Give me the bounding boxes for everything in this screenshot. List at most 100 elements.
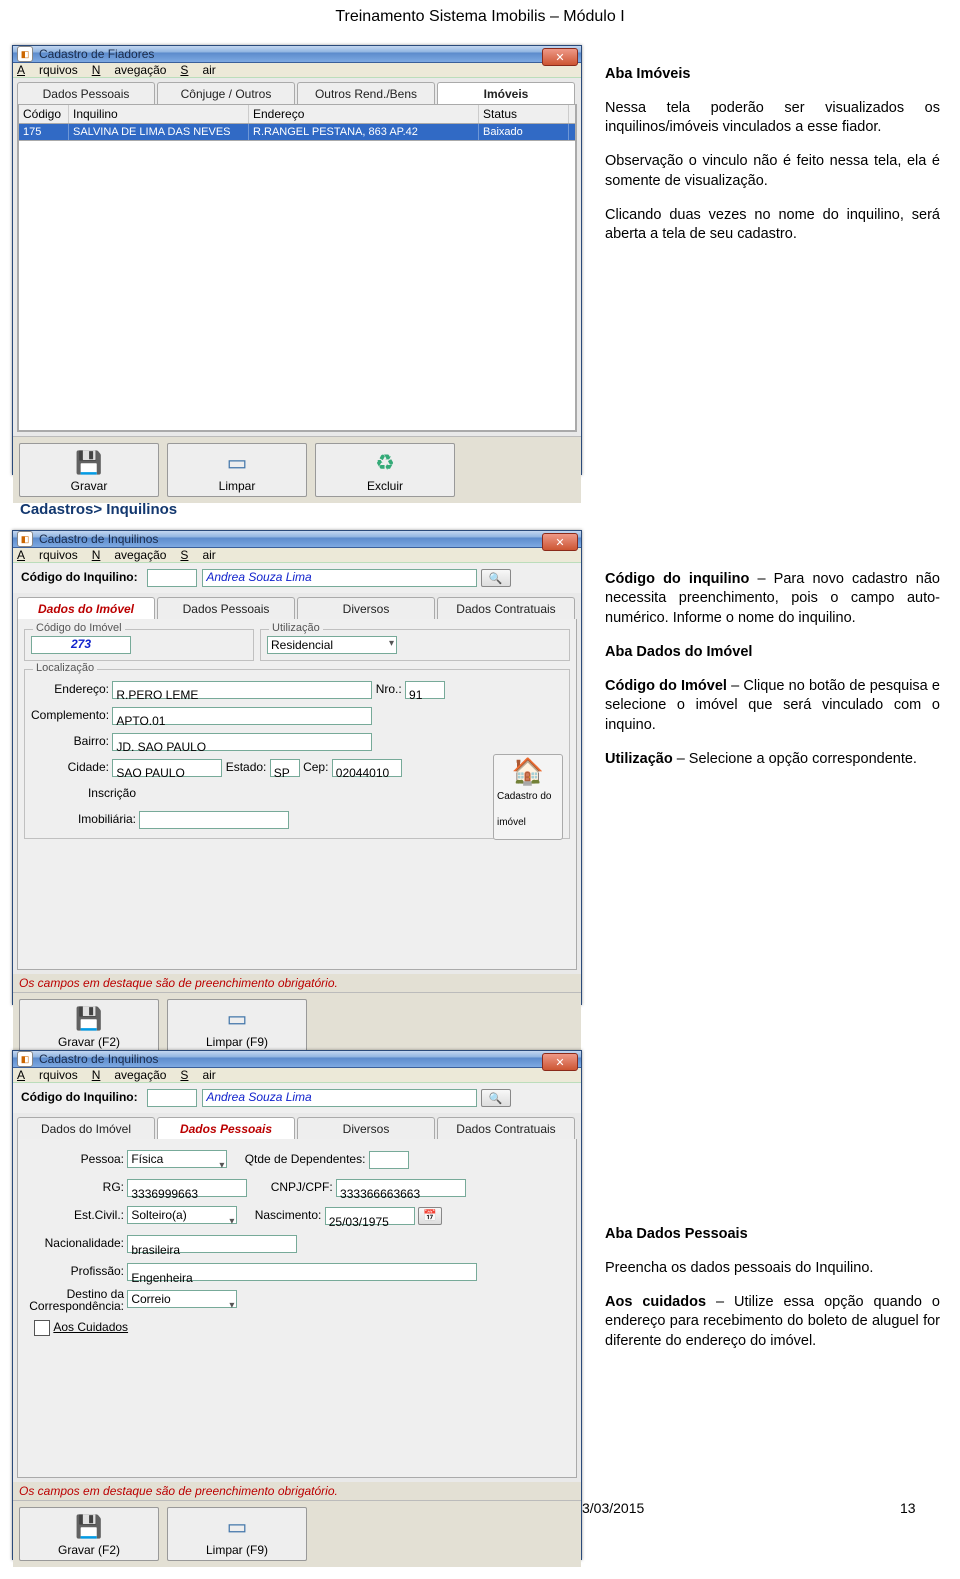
prof-input[interactable]: Engenheira <box>127 1263 477 1281</box>
bairro-input[interactable]: JD. SAO PAULO <box>112 733 372 751</box>
menu-sair[interactable]: Sair <box>180 1068 215 1082</box>
tab-imoveis[interactable]: Imóveis <box>437 82 575 104</box>
cidade-label: Cidade: <box>31 754 109 780</box>
tab-conjuge[interactable]: Cônjuge / Outros <box>157 82 295 104</box>
codigo-inquilino-name-input[interactable]: Andrea Souza Lima <box>202 1089 477 1107</box>
menu-navegacao[interactable]: Navegação <box>92 63 167 77</box>
table-body-blank <box>18 141 576 431</box>
tab-diversos[interactable]: Diversos <box>297 597 435 619</box>
nro-input[interactable]: 91 <box>405 681 445 699</box>
codigo-imovel-input[interactable]: 273 <box>31 636 131 654</box>
cadastro-imovel-button[interactable]: 🏠 Cadastro do imóvel <box>493 754 563 840</box>
limpar-f9-label: Limpar (F9) <box>206 1035 268 1049</box>
window-inquilinos-1: ◧ Cadastro de Inquilinos ✕ Arquivos Nave… <box>12 530 582 1005</box>
app-icon: ◧ <box>17 1051 33 1067</box>
cidade-input[interactable]: SAO PAULO <box>112 759 222 777</box>
gravar-f2-button[interactable]: 💾 Gravar (F2) <box>19 1507 159 1561</box>
prof-label: Profissão: <box>24 1257 124 1285</box>
delete-icon: ♻ <box>369 447 401 479</box>
side-text-1: Aba Imóveis Nessa tela poderão ser visua… <box>605 50 940 259</box>
estado-input[interactable]: SP <box>270 759 300 777</box>
gravar-button[interactable]: 💾 Gravar <box>19 443 159 497</box>
codigo-inquilino-num-input[interactable] <box>147 1089 197 1107</box>
aos-cuidados-checkbox[interactable] <box>34 1320 50 1336</box>
limpar-button[interactable]: ▭ Limpar <box>167 443 307 497</box>
compl-input[interactable]: APTO.01 <box>112 707 372 725</box>
menubar: Arquivos Navegação Sair <box>13 548 581 563</box>
side2-p3b: – Selecione a opção correspondente. <box>673 751 917 767</box>
titlebar-inq2[interactable]: ◧ Cadastro de Inquilinos ✕ <box>13 1051 581 1068</box>
breadcrumb: Cadastros> Inquilinos <box>20 501 177 518</box>
tab-dados-pessoais[interactable]: Dados Pessoais <box>157 1117 295 1139</box>
calendar-button[interactable]: 📅 <box>418 1207 442 1225</box>
col-codigo[interactable]: Código <box>19 105 69 123</box>
side2-h2: Aba Dados do Imóvel <box>605 644 752 660</box>
tab-diversos[interactable]: Diversos <box>297 1117 435 1139</box>
gravar-label: Gravar <box>71 479 108 493</box>
nac-input[interactable]: brasileira <box>127 1235 297 1253</box>
dep-input[interactable] <box>369 1151 409 1169</box>
search-button[interactable]: 🔍 <box>481 569 511 587</box>
codigo-inquilino-name-input[interactable]: Andrea Souza Lima <box>202 569 477 587</box>
tab-dados-pessoais[interactable]: Dados Pessoais <box>157 597 295 619</box>
legend-local: Localização <box>33 662 97 674</box>
limpar-f9-button[interactable]: ▭ Limpar (F9) <box>167 999 307 1053</box>
excluir-button[interactable]: ♻ Excluir <box>315 443 455 497</box>
est-select[interactable]: Solteiro(a) <box>127 1206 237 1224</box>
save-icon: 💾 <box>73 447 105 479</box>
menu-navegacao[interactable]: Navegação <box>92 1068 167 1082</box>
col-inquilino[interactable]: Inquilino <box>69 105 249 123</box>
codigo-inquilino-label: Código do Inquilino: <box>21 1090 138 1104</box>
search-button[interactable]: 🔍 <box>481 1089 511 1107</box>
window-fiadores: ◧ Cadastro de Fiadores ✕ AArquivosrquivo… <box>12 45 582 475</box>
cell-codigo: 175 <box>19 124 69 140</box>
rg-input[interactable]: 3336999663 <box>127 1179 247 1197</box>
close-icon[interactable]: ✕ <box>542 1053 578 1071</box>
side1-p2: Observação o vinculo não é feito nessa t… <box>605 152 940 191</box>
page-number: 13 <box>900 1500 916 1516</box>
app-icon: ◧ <box>17 531 33 547</box>
menu-arquivos[interactable]: AArquivosrquivos <box>17 63 78 77</box>
titlebar-inq[interactable]: ◧ Cadastro de Inquilinos ✕ <box>13 531 581 548</box>
side3-h1: Aba Dados Pessoais <box>605 1226 748 1242</box>
codigo-inquilino-label: Código do Inquilino: <box>21 570 138 584</box>
utilizacao-select[interactable]: Residencial <box>267 636 397 654</box>
endereco-input[interactable]: R.PERO LEME <box>112 681 372 699</box>
tab-dados-imovel[interactable]: Dados do Imóvel <box>17 1117 155 1139</box>
menu-sair[interactable]: Sair <box>180 63 215 77</box>
section2-header: Cadastros> Inquilinos <box>20 500 177 521</box>
titlebar-fiadores[interactable]: ◧ Cadastro de Fiadores ✕ <box>13 46 581 63</box>
compl-label: Complemento: <box>31 702 109 728</box>
menu-sair[interactable]: Sair <box>180 548 215 562</box>
tab-dados-pessoais[interactable]: Dados Pessoais <box>17 82 155 104</box>
menu-navegacao[interactable]: Navegação <box>92 548 167 562</box>
fieldset-codigo-imovel: Código do Imóvel 273 <box>24 629 254 661</box>
table-row[interactable]: 175 SALVINA DE LIMA DAS NEVES R.RANGEL P… <box>18 124 576 141</box>
codigo-inquilino-num-input[interactable] <box>147 569 197 587</box>
inscr-input[interactable] <box>139 811 289 829</box>
aos-cuidados-label[interactable]: Aos Cuidados <box>53 1313 128 1341</box>
cep-input[interactable]: 02044010 <box>332 759 402 777</box>
tab-dados-contratuais[interactable]: Dados Contratuais <box>437 597 575 619</box>
tab-dados-contratuais[interactable]: Dados Contratuais <box>437 1117 575 1139</box>
clear-icon: ▭ <box>221 1511 253 1543</box>
save-icon: 💾 <box>73 1003 105 1035</box>
gravar-f2-button[interactable]: 💾 Gravar (F2) <box>19 999 159 1053</box>
close-icon[interactable]: ✕ <box>542 533 578 551</box>
close-icon[interactable]: ✕ <box>542 48 578 66</box>
limpar-f9-button[interactable]: ▭ Limpar (F9) <box>167 1507 307 1561</box>
pessoa-select[interactable]: Física <box>127 1150 227 1168</box>
app-icon: ◧ <box>17 46 33 62</box>
cpf-input[interactable]: 333366663663 <box>336 1179 466 1197</box>
side1-heading: Aba Imóveis <box>605 66 690 82</box>
legend-utilizacao: Utilização <box>269 622 323 634</box>
nasc-input[interactable]: 25/03/1975 <box>325 1207 415 1225</box>
col-endereco[interactable]: Endereço <box>249 105 479 123</box>
dest-select[interactable]: Correio <box>127 1290 237 1308</box>
menu-arquivos[interactable]: Arquivos <box>17 548 78 562</box>
col-status[interactable]: Status <box>479 105 569 123</box>
menu-arquivos[interactable]: Arquivos <box>17 1068 78 1082</box>
tab-outros-rend[interactable]: Outros Rend./Bens <box>297 82 435 104</box>
tab-dados-imovel[interactable]: Dados do Imóvel <box>17 597 155 619</box>
menubar: AArquivosrquivos Navegação Sair <box>13 63 581 78</box>
